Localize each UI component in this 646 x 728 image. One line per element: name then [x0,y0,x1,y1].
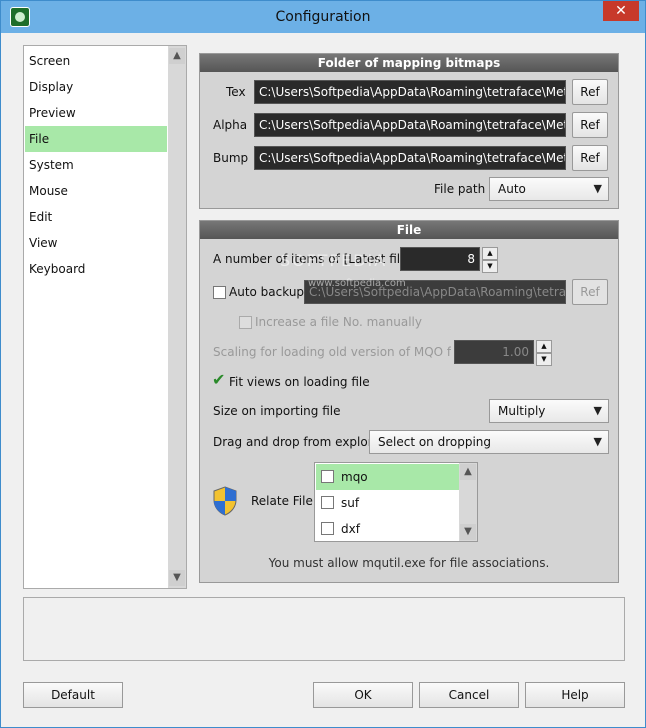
scaling-spinner[interactable]: ▲ ▼ [536,340,552,366]
sidebar-item-mouse[interactable]: Mouse [25,178,167,204]
auto-backup-label: Auto backup [229,285,305,299]
auto-backup-ref-button[interactable]: Ref [572,279,608,305]
fit-views-label: Fit views on loading file [229,375,370,389]
scroll-down-icon[interactable]: ▼ [169,570,185,586]
sidebar-item-system[interactable]: System [25,152,167,178]
scaling-label: Scaling for loading old version of MQO f… [213,345,451,359]
spin-up-icon[interactable]: ▲ [482,247,498,260]
sidebar-item-screen[interactable]: Screen [25,48,167,74]
mapping-group-title: Folder of mapping bitmaps [200,54,618,72]
tex-label: Tex [226,85,246,99]
description-panel [23,597,625,661]
sidebar-item-preview[interactable]: Preview [25,100,167,126]
alpha-ref-button[interactable]: Ref [572,112,608,138]
relate-file-list: mqo suf dxf ▲ ▼ [314,462,478,542]
scroll-up-icon[interactable]: ▲ [460,464,476,480]
relate-file-label: Relate File [251,494,313,508]
file-path-select[interactable]: Auto ▼ [489,177,609,201]
sidebar-item-display[interactable]: Display [25,74,167,100]
drag-drop-value: Select on dropping [378,435,492,449]
close-button[interactable]: ✕ [603,1,639,21]
relate-item-mqo[interactable]: mqo [316,464,459,490]
latest-files-spinner[interactable]: ▲ ▼ [482,247,498,273]
category-list: Screen Display Preview File System Mouse… [23,45,187,589]
softpedia-url-watermark: www.softpedia.com [308,278,406,289]
file-association-notice: You must allow mqutil.exe for file assoc… [268,556,550,570]
configuration-window: Configuration ✕ Screen Display Preview F… [0,0,646,728]
latest-files-input[interactable]: 8 [400,247,480,271]
bump-ref-button[interactable]: Ref [572,145,608,171]
chevron-down-icon: ▼ [593,182,602,195]
sidebar-scrollbar[interactable]: ▲ ▼ [168,46,186,588]
title-bar[interactable]: Configuration ✕ [1,1,645,33]
relate-suf-label: suf [341,496,360,510]
bump-path-field[interactable]: C:\Users\Softpedia\AppData\Roaming\tetra… [254,146,566,170]
relate-item-dxf[interactable]: dxf [316,516,459,542]
drag-drop-label: Drag and drop from explore [213,435,380,449]
cancel-button[interactable]: Cancel [419,682,519,708]
file-group-title: File [200,221,618,239]
window-title: Configuration [275,9,371,25]
drag-drop-select[interactable]: Select on dropping ▼ [369,430,609,454]
sidebar-item-file[interactable]: File [25,126,167,152]
softpedia-watermark: SOFTPEDIA [280,251,388,270]
size-import-value: Multiply [498,404,546,418]
uac-shield-icon [212,486,238,516]
file-path-value: Auto [498,182,526,196]
scroll-down-icon[interactable]: ▼ [460,524,476,540]
alpha-label: Alpha [213,118,248,132]
relate-dxf-checkbox[interactable] [321,522,334,535]
relate-dxf-label: dxf [341,522,360,536]
chevron-down-icon: ▼ [593,404,602,417]
increase-file-no-checkbox[interactable] [239,316,252,329]
tex-path-field[interactable]: C:\Users\Softpedia\AppData\Roaming\tetra… [254,80,566,104]
sidebar-item-edit[interactable]: Edit [25,204,167,230]
file-group: File A number of items of [Latest files]… [199,220,619,583]
spin-up-icon[interactable]: ▲ [536,340,552,353]
ok-button[interactable]: OK [313,682,413,708]
increase-file-no-label: Increase a file No. manually [255,315,422,329]
checkmark-icon[interactable]: ✔ [212,372,226,388]
relate-mqo-label: mqo [341,470,368,484]
sidebar-item-view[interactable]: View [25,230,167,256]
size-import-select[interactable]: Multiply ▼ [489,399,609,423]
file-path-label: File path [434,182,486,196]
alpha-path-field[interactable]: C:\Users\Softpedia\AppData\Roaming\tetra… [254,113,566,137]
bump-label: Bump [213,151,249,165]
relate-mqo-checkbox[interactable] [321,470,334,483]
default-button[interactable]: Default [23,682,123,708]
chevron-down-icon: ▼ [593,435,602,448]
help-button[interactable]: Help [525,682,625,708]
relate-item-suf[interactable]: suf [316,490,459,516]
mapping-folder-group: Folder of mapping bitmaps Tex C:\Users\S… [199,53,619,209]
spin-down-icon[interactable]: ▼ [536,353,552,366]
sidebar-item-keyboard[interactable]: Keyboard [25,256,167,282]
tex-ref-button[interactable]: Ref [572,79,608,105]
relate-list-scrollbar[interactable]: ▲ ▼ [459,463,477,541]
auto-backup-checkbox[interactable] [213,286,226,299]
scroll-up-icon[interactable]: ▲ [169,48,185,64]
size-import-label: Size on importing file [213,404,341,418]
scaling-input[interactable]: 1.00 [454,340,534,364]
relate-suf-checkbox[interactable] [321,496,334,509]
spin-down-icon[interactable]: ▼ [482,260,498,273]
